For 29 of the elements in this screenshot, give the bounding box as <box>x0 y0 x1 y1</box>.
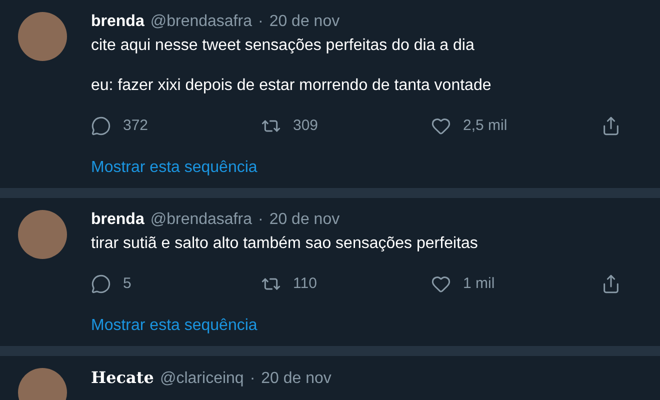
dot-separator: · <box>250 369 256 389</box>
reply-icon[interactable] <box>91 116 111 136</box>
retweet-count: 110 <box>293 274 317 294</box>
reply-icon[interactable] <box>91 274 111 294</box>
tweet-date[interactable]: 20 de nov <box>269 210 340 230</box>
like-icon[interactable] <box>431 116 451 136</box>
dot-separator: · <box>258 210 264 230</box>
tweet-text: eu: fazer xixi depois de estar morrendo de tanta vontade <box>91 76 492 96</box>
like-icon[interactable] <box>431 274 451 294</box>
share-icon[interactable] <box>601 116 621 136</box>
like-count: 2,5 mil <box>463 116 508 136</box>
tweet-date[interactable]: 20 de nov <box>261 369 332 389</box>
user-handle[interactable]: @brendasafra <box>150 12 252 32</box>
retweet-count: 309 <box>293 116 318 136</box>
tweet-text: cite aqui nesse tweet sensações perfeitas do dia a dia <box>91 36 476 56</box>
tweet-text: tirar sutiã e salto alto também sao sensações perfeitas <box>91 234 479 254</box>
tweet-date[interactable]: 20 de nov <box>269 12 340 32</box>
share-icon[interactable] <box>601 274 621 294</box>
show-thread-link[interactable]: Mostrar esta sequência <box>91 316 660 336</box>
dot-separator: · <box>258 12 264 32</box>
user-handle[interactable]: @brendasafra <box>150 210 252 230</box>
reply-count: 5 <box>123 274 132 294</box>
user-name[interactable]: brenda <box>91 12 144 32</box>
user-handle[interactable]: @clariceinq <box>160 369 244 389</box>
show-thread-link[interactable]: Mostrar esta sequência <box>91 158 660 178</box>
like-count: 1 mil <box>463 274 495 294</box>
user-name[interactable]: brenda <box>91 210 144 230</box>
user-name[interactable]: Hecate <box>91 368 154 388</box>
reply-count: 372 <box>123 116 148 136</box>
